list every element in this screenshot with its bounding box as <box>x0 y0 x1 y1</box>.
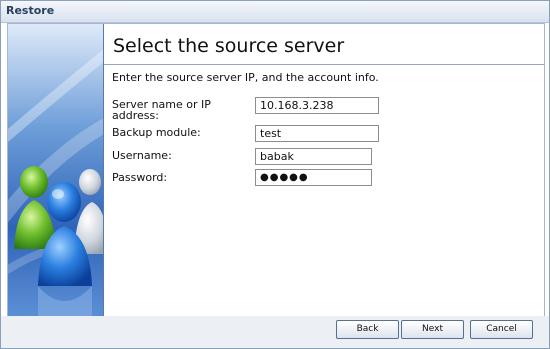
backup-module-label: Backup module: <box>112 126 201 139</box>
window-title: Restore <box>6 4 55 17</box>
page-title: Select the source server <box>113 35 345 57</box>
username-input[interactable]: babak <box>255 148 372 165</box>
users-group-icon <box>8 24 103 316</box>
wizard-content: Select the source server Enter the sourc… <box>7 23 545 317</box>
page-description: Enter the source server IP, and the acco… <box>112 71 379 84</box>
password-label: Password: <box>112 171 168 184</box>
title-bar: Restore <box>1 1 549 23</box>
username-label: Username: <box>112 149 172 162</box>
password-input[interactable]: ●●●●● <box>255 169 372 186</box>
title-divider <box>104 64 544 65</box>
next-button[interactable]: Next <box>401 320 464 339</box>
cancel-button[interactable]: Cancel <box>470 320 533 339</box>
button-bar: Back Next Cancel <box>1 316 549 348</box>
server-input[interactable]: 10.168.3.238 <box>255 97 379 114</box>
wizard-main-panel: Select the source server Enter the sourc… <box>104 24 544 316</box>
server-label: Server name or IP address: <box>112 98 211 122</box>
back-button[interactable]: Back <box>336 320 399 339</box>
backup-module-input[interactable]: test <box>255 125 379 142</box>
wizard-side-panel <box>8 24 104 316</box>
restore-window: Restore Select the source server Enter t… <box>0 0 550 349</box>
